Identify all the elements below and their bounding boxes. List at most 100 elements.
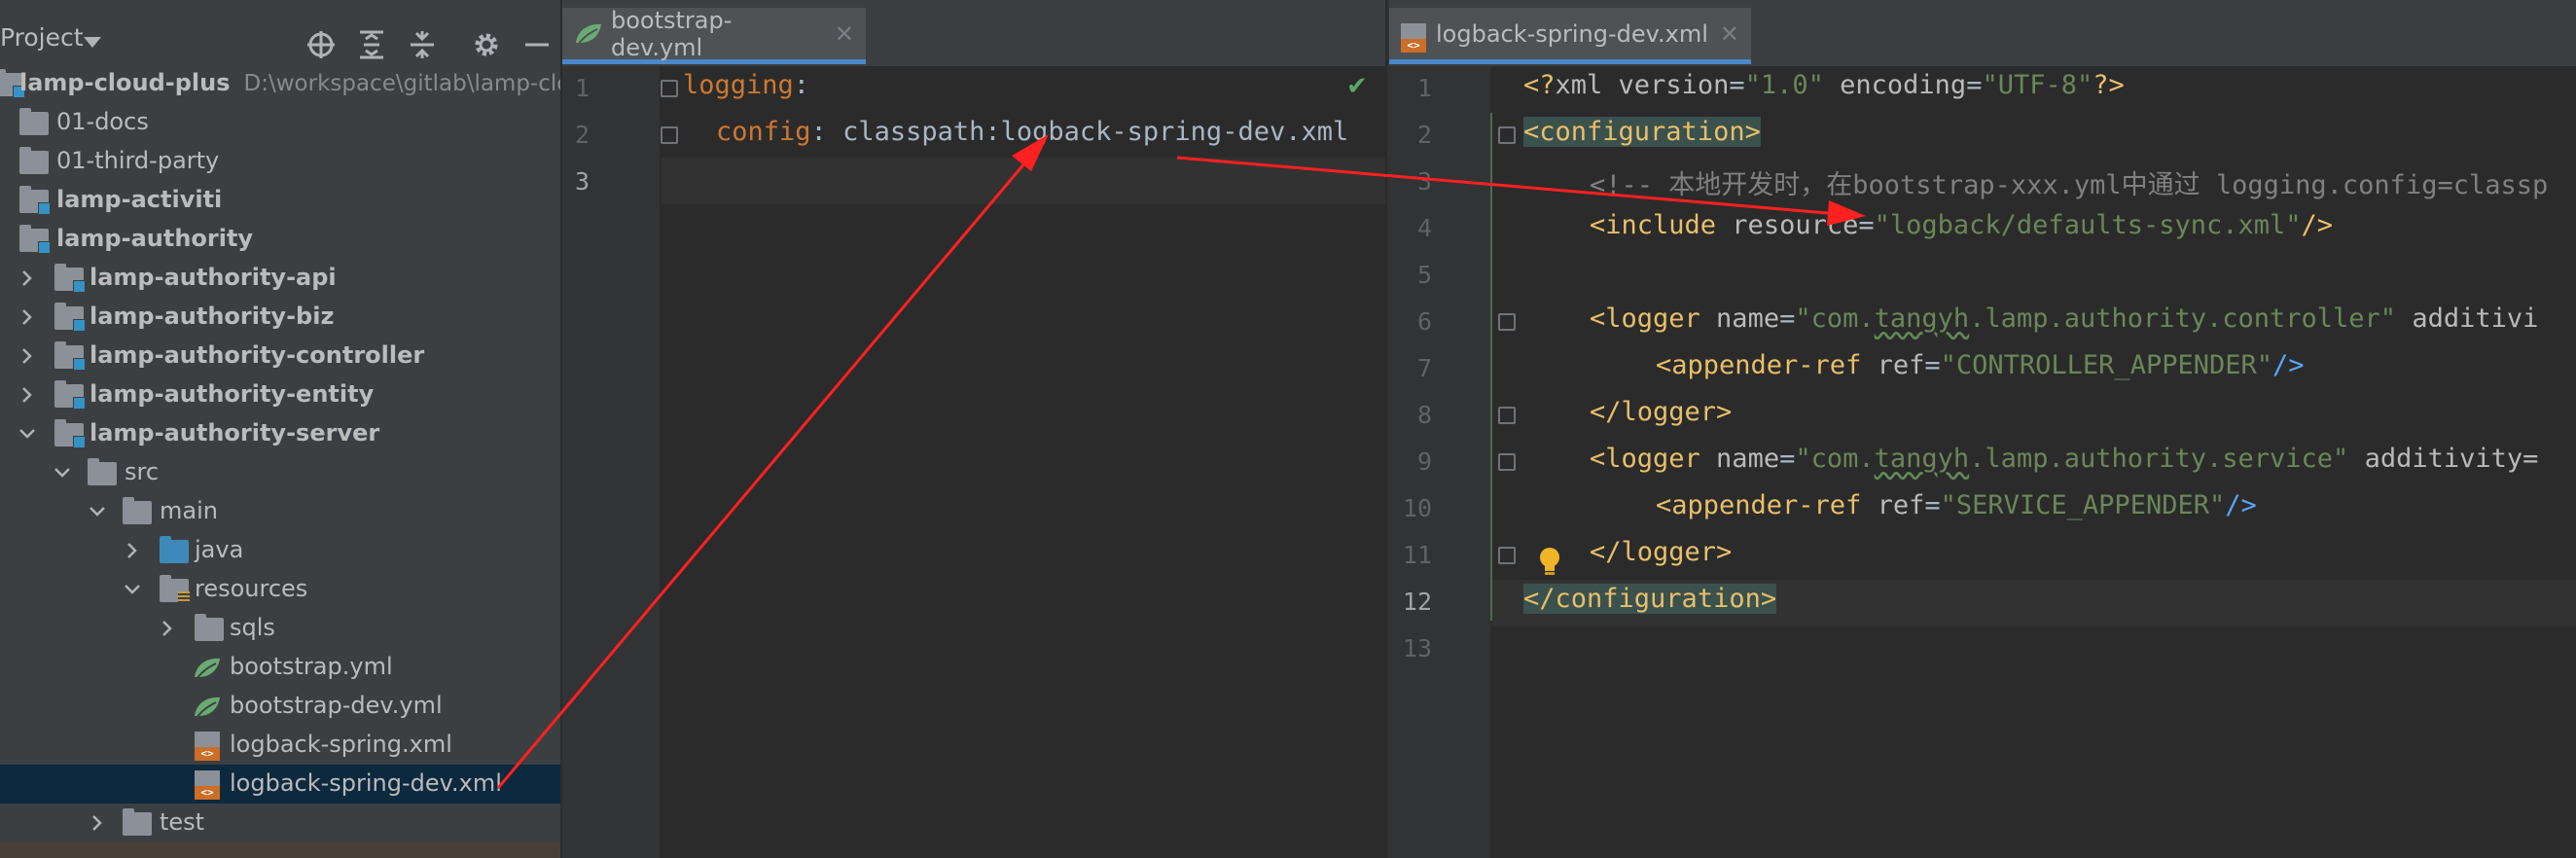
editor-tab-bar: bootstrap-dev.yml ✕ <box>562 0 1385 66</box>
tree-item-lamp-activiti[interactable]: lamp-activiti <box>0 181 560 220</box>
chevron-down-icon[interactable] <box>123 580 142 599</box>
tree-label: main <box>160 497 218 524</box>
folder-icon <box>88 458 117 485</box>
line-number: 7 <box>1416 354 1432 382</box>
line-number: 12 <box>1402 588 1432 616</box>
xml-tag: /> <box>2301 210 2334 240</box>
fold-marker[interactable] <box>661 126 678 144</box>
tree-item-resources[interactable]: resources <box>0 570 560 609</box>
tab-logback-spring-dev-xml[interactable]: logback-spring-dev.xml ✕ <box>1389 8 1751 64</box>
xml-tag: </configuration> <box>1523 584 1777 614</box>
xml-pi-close: ?> <box>2093 70 2125 100</box>
line-number: 10 <box>1402 494 1432 522</box>
code-line-3-comment: <!-- 本地开发时，在bootstrap-xxx.yml中通过 logging… <box>1590 170 2549 200</box>
tree-item-bootstrap-dev-yml[interactable]: bootstrap-dev.yml <box>0 687 560 726</box>
crosshair-icon[interactable] <box>305 29 337 60</box>
chevron-down-icon[interactable] <box>84 37 101 48</box>
xml-attr: encoding <box>1823 70 1967 100</box>
tree-item-01-docs[interactable]: 01-docs <box>0 103 560 142</box>
xml-tag: <include <box>1590 210 1717 240</box>
fold-marker[interactable] <box>1498 547 1516 564</box>
lightbulb-icon[interactable] <box>1537 547 1562 582</box>
tree-item-lamp-authority[interactable]: lamp-authority <box>0 220 560 259</box>
tree-label: lamp-authority-entity <box>89 380 375 408</box>
tree-item-java[interactable]: java <box>0 531 560 570</box>
xml-tag: <appender-ref <box>1656 350 1862 380</box>
tree-label: 01-docs <box>56 108 149 135</box>
tree-label: sqls <box>230 614 275 641</box>
resources-folder-icon <box>160 575 190 603</box>
chevron-down-icon[interactable] <box>53 463 72 483</box>
chevron-right-icon[interactable] <box>88 813 107 833</box>
tree-item-logback-spring-xml[interactable]: logback-spring.xml <box>0 726 560 765</box>
tree-item-bootstrap-yml[interactable]: bootstrap.yml <box>0 648 560 687</box>
chevron-right-icon[interactable] <box>123 541 142 560</box>
xml-attr: resource <box>1716 210 1859 240</box>
tree-label: lamp-authority-server <box>89 419 380 447</box>
close-icon[interactable]: ✕ <box>835 20 854 48</box>
xml-attr: name <box>1699 444 1780 474</box>
xml-value: "CONTROLLER_APPENDER" <box>1940 350 2272 380</box>
gear-icon[interactable] <box>471 29 502 60</box>
chevron-right-icon[interactable] <box>18 307 37 327</box>
fold-marker[interactable] <box>1498 126 1516 144</box>
minimize-icon[interactable] <box>521 29 553 60</box>
chevron-right-icon[interactable] <box>18 385 37 405</box>
chevron-right-icon[interactable] <box>18 268 37 288</box>
code-line-1: <?xml version="1.0" encoding="UTF-8"?> <box>1523 70 2125 100</box>
fold-marker[interactable] <box>1498 407 1516 424</box>
code-line-10: <appender-ref ref="SERVICE_APPENDER"/> <box>1656 490 2257 520</box>
chevron-down-icon[interactable] <box>18 424 37 444</box>
tree-item-lamp-authority-controller[interactable]: lamp-authority-controller <box>0 337 560 375</box>
collapse-all-icon[interactable] <box>407 29 438 60</box>
source-folder-icon <box>160 536 189 563</box>
xml-eq: = <box>1966 70 1983 100</box>
fold-marker[interactable] <box>1498 453 1516 471</box>
xml-attr: ref <box>1861 350 1925 380</box>
xml-attr: ref <box>1861 490 1925 520</box>
tree-label: logback-spring-dev.xml <box>230 769 502 797</box>
line-gutter: 1 2 3 4 5 6 7 8 9 10 11 12 13 <box>1389 66 1490 858</box>
editor-bootstrap-dev-yml[interactable]: bootstrap-dev.yml ✕ 1 2 3 logging: confi… <box>562 0 1385 858</box>
line-number: 2 <box>574 121 590 149</box>
chevron-right-icon[interactable] <box>18 346 37 366</box>
xml-tag: <logger <box>1590 444 1700 474</box>
spring-leaf-icon <box>193 695 222 724</box>
tree-label: lamp-authority-controller <box>89 341 425 369</box>
tree-item-01-third-party[interactable]: 01-third-party <box>0 142 560 181</box>
tree-item-src[interactable]: src <box>0 453 560 492</box>
tree-item-main[interactable]: main <box>0 492 560 531</box>
code-line-4: <include resource="logback/defaults-sync… <box>1590 210 2333 240</box>
tree-item-sqls[interactable]: sqls <box>0 609 560 648</box>
tree-label: bootstrap.yml <box>230 653 393 680</box>
xml-tag: /> <box>2272 350 2305 380</box>
tree-item-lamp-authority-biz[interactable]: lamp-authority-biz <box>0 298 560 337</box>
close-icon[interactable]: ✕ <box>1720 20 1739 48</box>
expand-all-icon[interactable] <box>356 29 387 60</box>
tree-item-lamp-authority-server[interactable]: lamp-authority-server <box>0 414 560 453</box>
editor-logback-spring-dev-xml[interactable]: logback-spring-dev.xml ✕ 1 2 3 4 5 6 7 8… <box>1387 0 2576 858</box>
xml-value: "com. <box>1795 444 1875 474</box>
line-number: 13 <box>1402 634 1432 662</box>
fold-marker[interactable] <box>661 80 678 97</box>
project-view-selector[interactable]: Project <box>0 23 84 52</box>
code-line-7: <appender-ref ref="CONTROLLER_APPENDER"/… <box>1656 350 2305 380</box>
tree-item-logback-spring-dev-xml[interactable]: logback-spring-dev.xml <box>0 765 560 804</box>
module-folder-icon <box>54 380 86 410</box>
code-line-8: </logger> <box>1590 397 1733 427</box>
tree-item-lamp-authority-api[interactable]: lamp-authority-api <box>0 259 560 298</box>
xml-value: .lamp.authority.controller" <box>1969 304 2397 334</box>
xml-attr: additivity= <box>2348 444 2539 474</box>
tab-bootstrap-dev-yml[interactable]: bootstrap-dev.yml ✕ <box>562 7 866 64</box>
module-folder-icon <box>19 225 51 254</box>
tree-root[interactable]: lamp-cloud-plus D:\workspace\gitlab\lamp-… <box>0 64 560 103</box>
root-name: lamp-cloud-plus <box>19 69 231 96</box>
tree-item-test[interactable]: test <box>0 804 560 842</box>
tree-item-lamp-authority-entity[interactable]: lamp-authority-entity <box>0 375 560 414</box>
tab-title: logback-spring-dev.xml <box>1436 19 1708 48</box>
check-icon[interactable]: ✔ <box>1346 72 1368 101</box>
chevron-down-icon[interactable] <box>88 502 107 521</box>
folder-icon <box>195 614 224 641</box>
fold-marker[interactable] <box>1498 313 1516 331</box>
chevron-right-icon[interactable] <box>158 619 177 638</box>
